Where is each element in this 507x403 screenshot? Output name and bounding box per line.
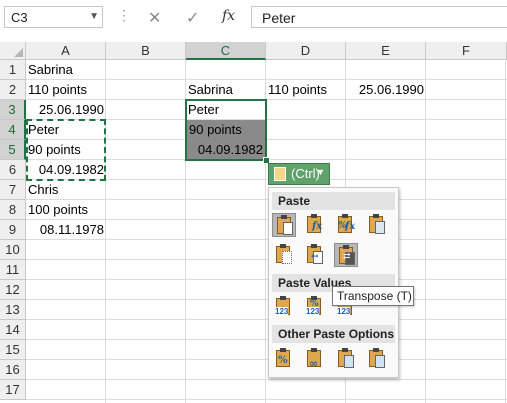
formula-bar-grip[interactable]: ⋮ [117,7,132,24]
cell-a3[interactable]: 25.06.1990 [26,100,106,120]
copy-marquee [26,119,106,181]
cell-e2[interactable]: 25.06.1990 [346,80,426,100]
cell-a7[interactable]: Chris [26,180,106,200]
paste-formulas-number-formatting-icon[interactable]: % fx [334,213,358,237]
row-header-15[interactable]: 15 [0,340,26,360]
formula-input-value: Peter [262,10,296,26]
paste-section-heading: Paste [272,192,395,210]
row-header-2[interactable]: 2 [0,80,26,100]
row-header-9[interactable]: 9 [0,220,26,240]
row-header-17[interactable]: 17 [0,380,26,400]
clipboard-icon [274,167,286,181]
paste-link-icon[interactable]: ∞ [303,347,327,371]
column-header-e[interactable]: E [346,42,426,60]
row-header-3[interactable]: 3 [0,100,26,120]
transpose-tooltip: Transpose (T) [332,286,414,306]
row-header-16[interactable]: 16 [0,360,26,380]
row-header-8[interactable]: 8 [0,200,26,220]
keep-source-column-widths-icon[interactable]: ↔ [303,243,327,267]
row-header-10[interactable]: 10 [0,240,26,260]
chevron-down-icon: ▼ [316,167,325,177]
cell-area[interactable]: Sabrina 110 points 25.06.1990 Peter 90 p… [26,60,507,403]
transpose-icon[interactable]: ⇄ [334,243,358,267]
row-header-5[interactable]: 5 [0,140,26,160]
name-box-value: C3 [11,10,28,25]
paste-values-icon[interactable]: 123 [272,295,296,319]
row-header-14[interactable]: 14 [0,320,26,340]
column-header-f[interactable]: F [426,42,507,60]
chevron-down-icon[interactable]: ▼ [89,11,99,22]
select-all-button[interactable] [0,42,26,60]
select-all-triangle-icon [14,48,23,57]
paste-picture-icon[interactable] [334,347,358,371]
keep-source-formatting-icon[interactable] [365,213,389,237]
other-paste-options-heading: Other Paste Options [272,325,395,343]
row-header-4[interactable]: 4 [0,120,26,140]
row-header-11[interactable]: 11 [0,260,26,280]
linked-picture-icon[interactable] [365,347,389,371]
enter-icon[interactable]: ✓ [186,8,199,28]
insert-function-icon[interactable]: fx [222,8,235,24]
row-header-12[interactable]: 12 [0,280,26,300]
row-header-7[interactable]: 7 [0,180,26,200]
column-header-c[interactable]: C [186,42,266,60]
paste-icon[interactable] [272,213,296,237]
column-header-a[interactable]: A [26,42,106,60]
cell-a2[interactable]: 110 points [26,80,106,100]
paste-formatting-icon[interactable]: % [272,347,296,371]
paste-formulas-icon[interactable]: fx [303,213,327,237]
name-box[interactable]: C3 ▼ [4,6,103,28]
cell-a1[interactable]: Sabrina [26,60,106,80]
values-number-formatting-icon[interactable]: % 123 [303,295,327,319]
paste-options-menu: Paste fx % fx ↔ ⇄ Paste Values 123 % 123 1… [268,187,399,378]
formula-input[interactable]: Peter [251,6,507,28]
selection-range [185,99,267,161]
paste-options-button[interactable]: (Ctrl) ▼ [268,163,330,185]
cell-c2[interactable]: Sabrina [186,80,266,100]
row-header-13[interactable]: 13 [0,300,26,320]
no-borders-icon[interactable] [272,243,296,267]
column-header-b[interactable]: B [106,42,186,60]
cell-d2[interactable]: 110 points [266,80,346,100]
cell-a9[interactable]: 08.11.1978 [26,220,106,240]
cancel-icon[interactable]: ✕ [148,8,161,28]
cell-a8[interactable]: 100 points [26,200,106,220]
formula-bar: C3 ▼ ⋮ ✕ ✓ fx Peter [0,0,507,38]
row-header-6[interactable]: 6 [0,160,26,180]
column-header-d[interactable]: D [266,42,346,60]
row-header-1[interactable]: 1 [0,60,26,80]
